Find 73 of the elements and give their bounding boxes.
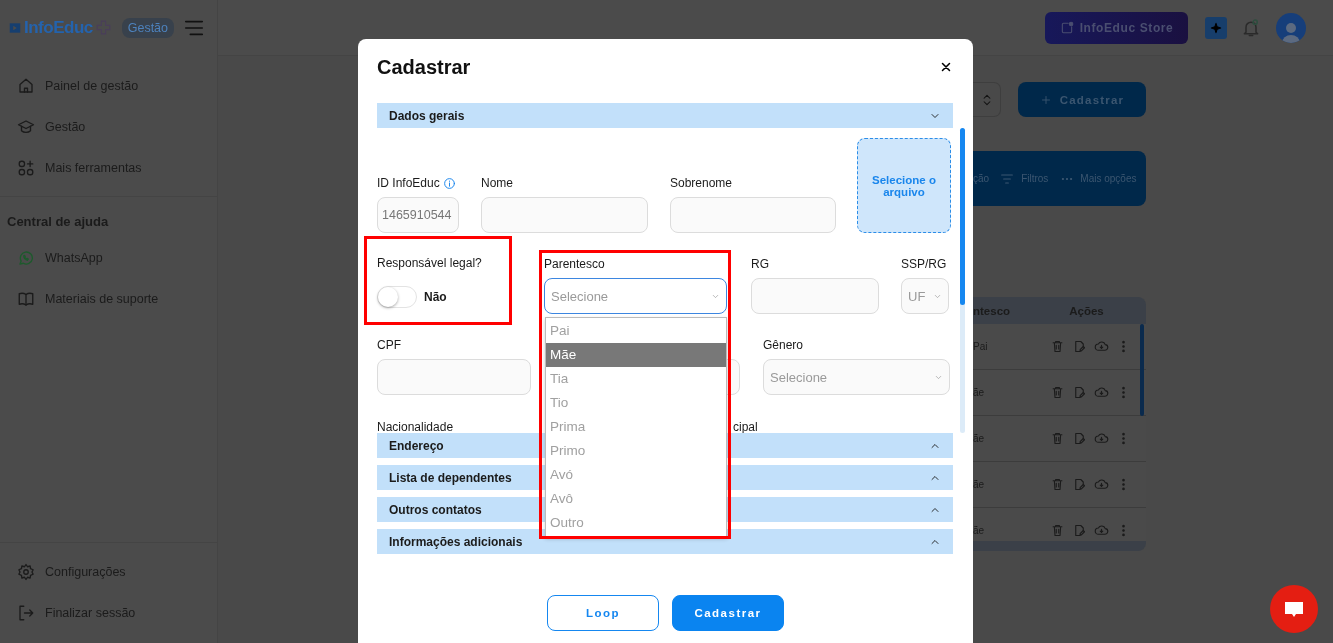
dropdown-option[interactable]: Mãe [546,343,726,367]
logo-mark-icon [8,20,22,35]
cloud-download-icon[interactable] [1094,339,1109,354]
submit-button[interactable]: Cadastrar [672,595,784,631]
sparkle-icon [1209,20,1223,35]
dropdown-option[interactable]: Pai [546,319,726,343]
dropdown-option[interactable]: Primo [546,439,726,463]
toggle-label: Não [424,290,447,304]
trash-icon[interactable] [1050,477,1065,492]
apps-plus-icon [17,158,35,177]
cloud-download-icon[interactable] [1094,477,1109,492]
store-button[interactable]: InfoEduc Store [1045,11,1188,44]
file-upload-area[interactable]: Selecione o arquivo [857,138,951,233]
logo-text: InfoEduc [24,17,93,38]
logout-icon [17,603,35,622]
dropdown-option[interactable]: Avó [546,463,726,487]
field-label: SSP/RG [901,257,947,271]
input-field[interactable] [751,278,879,314]
avatar[interactable] [1276,12,1306,43]
cloud-download-icon[interactable] [1094,431,1109,446]
file-pencil-icon[interactable] [1072,477,1087,492]
trash-icon[interactable] [1050,339,1065,354]
scrollbar[interactable] [960,128,965,433]
app-badge: Gestão [121,17,175,38]
field-label: Nacionalidade [377,420,454,433]
toggle-switch[interactable] [377,286,417,308]
dropdown-option[interactable]: Avô [546,487,726,511]
section-header[interactable]: Dados gerais [377,103,953,128]
dropdown-option[interactable]: Prima [546,415,726,439]
field-label: ID InfoEduc [377,176,440,190]
info-icon [442,176,456,190]
field-label: Sobrenome [670,176,733,190]
toolbar-link[interactable]: Filtros [1021,173,1049,184]
select-field[interactable]: Selecione [544,278,727,314]
field-label: Parentesco [544,257,605,271]
field-label: Nome [481,176,513,190]
secondary-button[interactable]: Loop [547,595,659,631]
trash-icon[interactable] [1050,523,1065,538]
input-field[interactable]: 1465910544 [377,197,459,233]
cloud-download-icon[interactable] [1094,523,1109,538]
trash-icon[interactable] [1050,385,1065,400]
dropdown-option[interactable]: Tio [546,391,726,415]
field-label: Responsável legal? [377,256,482,270]
house-icon [17,76,35,95]
settings-icon [17,562,35,581]
file-pencil-icon[interactable] [1072,431,1087,446]
input-field[interactable] [481,197,648,233]
plus-icon [1039,93,1052,106]
modal-title: Cadastrar [377,55,471,80]
field-label: CPF [377,338,401,352]
field-label: RG [751,257,769,271]
select-field[interactable]: Selecione [763,359,950,395]
graduation-cap-icon [17,117,35,136]
file-pencil-icon[interactable] [1072,339,1087,354]
file-pencil-icon[interactable] [1072,385,1087,400]
phone-bubble-icon [17,248,35,267]
scrollbar[interactable] [1140,324,1144,416]
trash-icon[interactable] [1050,431,1065,446]
register-button[interactable]: Cadastrar [1018,82,1146,117]
input-field[interactable] [377,359,531,395]
cloud-download-icon[interactable] [1094,385,1109,400]
close-icon [939,60,953,74]
field-label: Gênero [763,338,804,352]
store-icon [1059,20,1074,35]
dropdown-option[interactable]: Tia [546,367,726,391]
input-field[interactable] [670,197,836,233]
select-field[interactable]: UF [901,278,949,314]
bell-icon[interactable] [1241,17,1261,38]
file-pencil-icon[interactable] [1072,523,1087,538]
close-button[interactable] [939,60,953,74]
toolbar-link[interactable]: ção [973,173,990,184]
field-label: cipal [733,420,758,433]
sparkle-button[interactable] [1205,16,1227,39]
